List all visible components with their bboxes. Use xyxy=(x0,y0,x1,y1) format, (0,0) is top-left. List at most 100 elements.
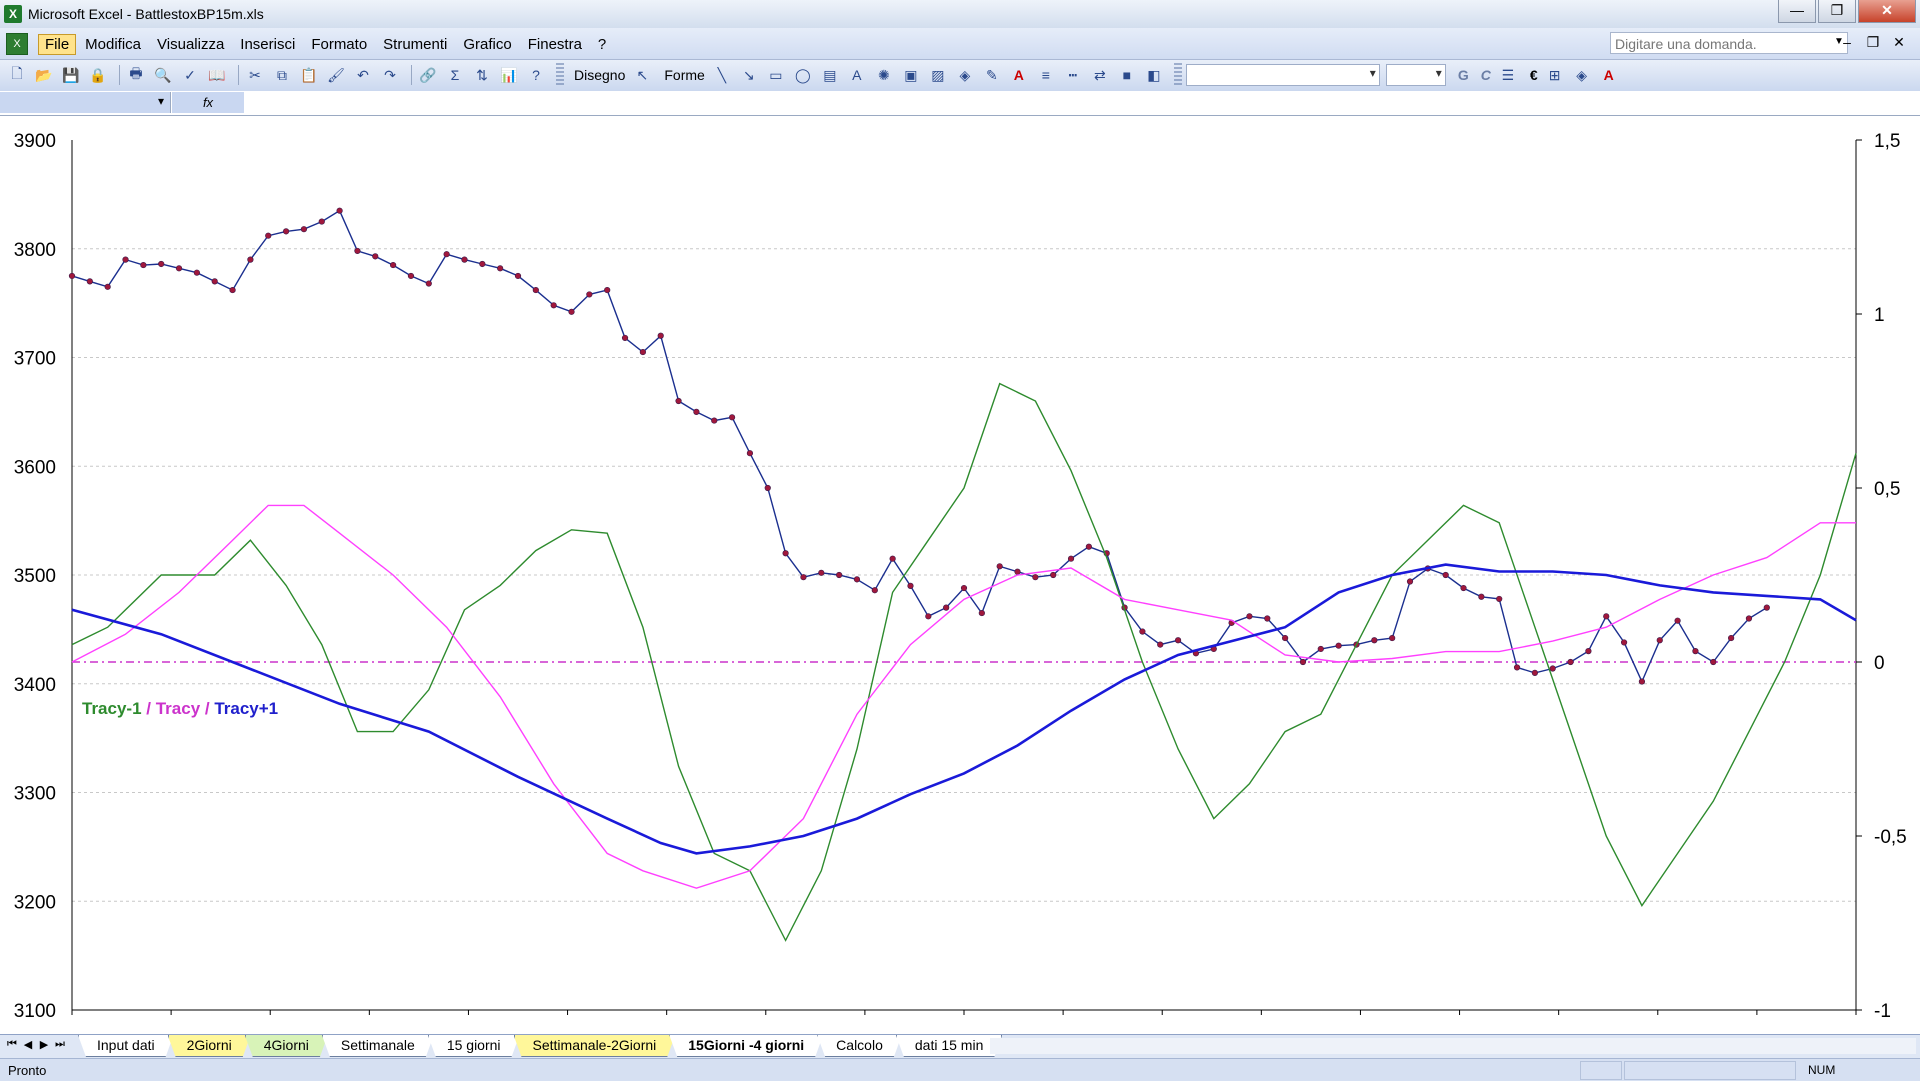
bold-button[interactable]: G xyxy=(1458,67,1469,83)
font-name-combo[interactable] xyxy=(1185,64,1380,86)
oval-icon[interactable]: ◯ xyxy=(792,64,814,86)
picture-icon[interactable]: ▨ xyxy=(927,64,949,86)
line-chart[interactable]: 3900 3800 3700 3600 3500 3400 3300 3200 3100 1,5 1… xyxy=(0,116,1920,1034)
autosum-icon[interactable]: Σ xyxy=(444,64,466,86)
copy-icon[interactable]: ⧉ xyxy=(271,64,293,86)
menu-item-visualizza[interactable]: Visualizza xyxy=(150,34,231,55)
name-box[interactable] xyxy=(0,92,171,113)
drawing-menu[interactable]: Disegno xyxy=(574,67,625,83)
formula-bar: fx xyxy=(0,91,1920,116)
data-point xyxy=(461,256,468,263)
data-point xyxy=(657,332,664,339)
menu-item-inserisci[interactable]: Inserisci xyxy=(233,34,302,55)
save-icon[interactable]: 💾 xyxy=(60,64,82,86)
diagram-icon[interactable]: ✺ xyxy=(873,64,895,86)
menu-item-strumenti[interactable]: Strumenti xyxy=(376,34,454,55)
hyperlink-icon[interactable]: 🔗 xyxy=(417,64,439,86)
print-preview-icon[interactable]: 🔍 xyxy=(152,64,174,86)
borders-icon[interactable]: ⊞ xyxy=(1544,64,1566,86)
next-sheet-icon[interactable]: ▶ xyxy=(36,1038,52,1051)
text-color-icon[interactable]: A xyxy=(1598,64,1620,86)
paste-icon[interactable]: 📋 xyxy=(298,64,320,86)
sheet-tab[interactable]: 15Giorni -4 giorni xyxy=(669,1035,823,1057)
close-button[interactable]: ✕ xyxy=(1858,0,1916,23)
help-icon[interactable]: ? xyxy=(525,64,547,86)
data-point xyxy=(1620,639,1628,646)
chart-sheet[interactable]: 3900 3800 3700 3600 3500 3400 3300 3200 3100 1,5 1… xyxy=(0,116,1920,1034)
data-point xyxy=(1674,617,1681,624)
fill-bucket-icon[interactable]: ◈ xyxy=(1571,64,1593,86)
fill-color-icon[interactable]: ◈ xyxy=(954,64,976,86)
print-icon[interactable]: 🖶 xyxy=(125,64,147,86)
spelling-icon[interactable]: ✓ xyxy=(179,64,201,86)
data-point xyxy=(550,302,557,309)
sheet-tab[interactable]: 4Giorni xyxy=(245,1035,328,1057)
prev-sheet-icon[interactable]: ◀ xyxy=(20,1038,36,1051)
toolbar-grip[interactable] xyxy=(1173,63,1182,87)
doc-minimize-button[interactable]: – xyxy=(1834,34,1860,51)
sort-icon[interactable]: ⇅ xyxy=(471,64,493,86)
shapes-menu[interactable]: Forme xyxy=(664,67,704,83)
last-sheet-icon[interactable]: ⏭ xyxy=(52,1038,68,1051)
currency-button[interactable]: € xyxy=(1530,67,1538,83)
status-text: Pronto xyxy=(8,1063,47,1078)
line-color-icon[interactable]: ✎ xyxy=(981,64,1003,86)
doc-close-button[interactable]: ✕ xyxy=(1886,34,1912,51)
arrow-style-icon[interactable]: ⇄ xyxy=(1089,64,1111,86)
new-icon[interactable]: 🗋 xyxy=(6,64,28,86)
clipart-icon[interactable]: ▣ xyxy=(900,64,922,86)
redo-icon[interactable]: ↷ xyxy=(379,64,401,86)
insert-function-icon[interactable]: fx xyxy=(172,92,244,113)
rectangle-icon[interactable]: ▭ xyxy=(765,64,787,86)
font-size-combo[interactable] xyxy=(1385,64,1446,86)
excel-icon[interactable]: X xyxy=(4,5,22,23)
menu-item-grafico[interactable]: Grafico xyxy=(456,34,518,55)
line-style-icon[interactable]: ≡ xyxy=(1035,64,1057,86)
format-painter-icon[interactable]: 🖌 xyxy=(325,64,347,86)
textbox-icon[interactable]: ▤ xyxy=(819,64,841,86)
sheet-tab[interactable]: dati 15 min xyxy=(896,1035,1002,1057)
cut-icon[interactable]: ✂ xyxy=(244,64,266,86)
sheet-tab[interactable]: Input dati xyxy=(78,1035,174,1057)
menu-item-help[interactable]: ? xyxy=(591,34,613,55)
sheet-tab[interactable]: 2Giorni xyxy=(168,1035,251,1057)
first-sheet-icon[interactable]: ⏮ xyxy=(4,1038,20,1051)
chart-wizard-icon[interactable]: 📊 xyxy=(498,64,520,86)
menu-item-file[interactable]: File xyxy=(38,34,77,55)
left-axis-tick-label: 3500 xyxy=(14,566,56,587)
align-icon[interactable]: ☰ xyxy=(1497,64,1519,86)
font-color-icon[interactable]: A xyxy=(1008,64,1030,86)
sheet-tab[interactable]: Calcolo xyxy=(817,1035,902,1057)
legend-entry: / xyxy=(200,699,214,718)
sheet-tab[interactable]: Settimanale xyxy=(322,1035,434,1057)
sheet-tab[interactable]: 15 giorni xyxy=(428,1035,520,1057)
toolbar-grip[interactable] xyxy=(556,63,564,87)
research-icon[interactable]: 📖 xyxy=(206,64,228,86)
undo-icon[interactable]: ↶ xyxy=(352,64,374,86)
select-objects-icon[interactable]: ↖ xyxy=(631,64,653,86)
menu-item-finestra[interactable]: Finestra xyxy=(521,34,589,55)
line-icon[interactable]: ╲ xyxy=(711,64,733,86)
menu-item-modifica[interactable]: Modifica xyxy=(78,34,148,55)
sheet-tab[interactable]: Settimanale-2Giorni xyxy=(514,1035,676,1057)
3d-icon[interactable]: ◧ xyxy=(1143,64,1165,86)
shadow-icon[interactable]: ■ xyxy=(1116,64,1138,86)
ask-question-input[interactable]: Digitare una domanda. xyxy=(1610,32,1848,54)
horizontal-scrollbar[interactable] xyxy=(990,1038,1916,1054)
open-icon[interactable]: 📂 xyxy=(33,64,55,86)
dash-style-icon[interactable]: ┅ xyxy=(1062,64,1084,86)
arrow-icon[interactable]: ↘ xyxy=(738,64,760,86)
right-axis-tick-label: 1 xyxy=(1874,305,1885,326)
permission-icon[interactable]: 🔒 xyxy=(87,64,109,86)
series-line-0 xyxy=(71,209,1768,684)
italic-button[interactable]: C xyxy=(1481,67,1491,83)
data-point xyxy=(1603,613,1610,620)
menu-item-formato[interactable]: Formato xyxy=(304,34,374,55)
data-point xyxy=(193,269,200,276)
maximize-button[interactable]: ❐ xyxy=(1818,0,1856,23)
workbook-icon[interactable]: X xyxy=(6,33,28,55)
wordart-icon[interactable]: A xyxy=(846,64,868,86)
data-point xyxy=(336,207,343,214)
minimize-button[interactable]: — xyxy=(1778,0,1816,23)
doc-restore-button[interactable]: ❐ xyxy=(1860,34,1886,51)
